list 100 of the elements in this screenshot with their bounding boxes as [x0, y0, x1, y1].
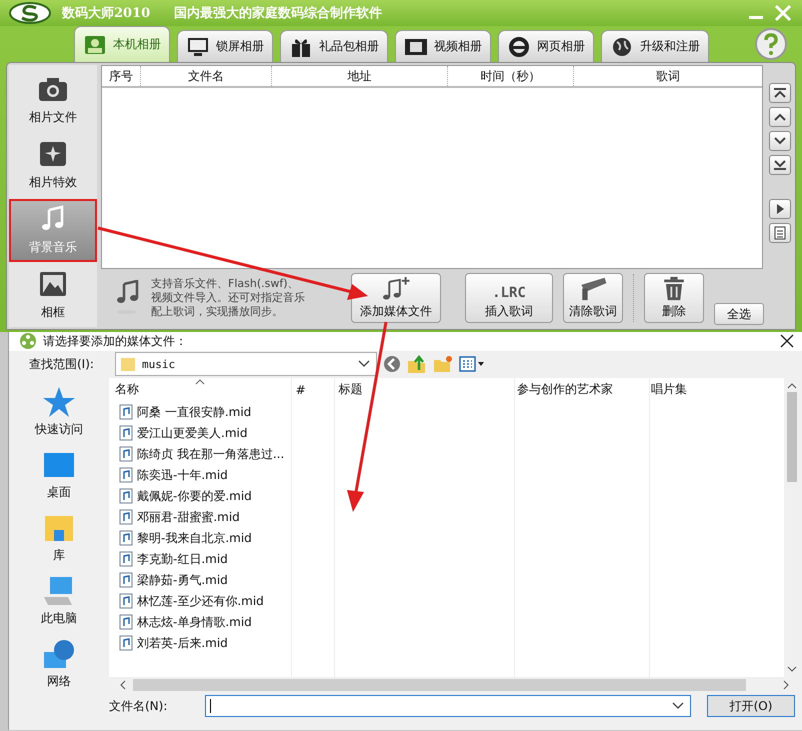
- tab[interactable]: 视频相册: [395, 30, 491, 62]
- file-item[interactable]: 刘若英-后来.mid: [109, 632, 291, 654]
- view-menu-icon[interactable]: [459, 356, 485, 372]
- file-item[interactable]: 林志炫-单身情歌.mid: [109, 612, 291, 633]
- file-item[interactable]: 陈绮贞 我在那一角落患过...: [109, 444, 291, 465]
- chevron-down-icon: [672, 702, 684, 710]
- file-item[interactable]: 爱江山更爱美人.mid: [109, 422, 291, 444]
- folder-dropdown[interactable]: music: [115, 352, 377, 376]
- column-header[interactable]: 参与创作的艺术家: [511, 381, 646, 398]
- window-subtitle: 国内最强大的家庭数码综合制作软件: [174, 4, 382, 22]
- document-button[interactable]: [769, 223, 791, 243]
- delete-button[interactable]: 删除: [644, 273, 704, 323]
- move-down-button[interactable]: [769, 131, 791, 151]
- chevron-up-icon: [773, 111, 787, 123]
- back-icon[interactable]: [383, 355, 401, 374]
- insert-lyrics-button[interactable]: .LRC 插入歌词: [465, 273, 553, 323]
- close-icon[interactable]: [780, 334, 794, 348]
- audio-file-icon: [119, 614, 133, 630]
- play-icon: [775, 203, 785, 215]
- move-bottom-button[interactable]: [769, 155, 791, 175]
- chevron-left-icon[interactable]: [119, 680, 127, 690]
- file-item[interactable]: 李克勤-红日.mid: [109, 548, 291, 570]
- file-name-field[interactable]: [205, 695, 691, 718]
- scrollbar-thumb[interactable]: [133, 678, 746, 691]
- file-item[interactable]: 林忆莲-至少还有你.mid: [109, 590, 291, 612]
- scrollbar-thumb[interactable]: [787, 392, 797, 482]
- column-header[interactable]: 歌词: [574, 66, 762, 86]
- info-text: 支持音乐文件、Flash(.swf)、 视频文件导入。还可对指定音乐 配上歌词，实现播放同步。: [151, 277, 306, 319]
- play-button[interactable]: [769, 199, 791, 219]
- column-header[interactable]: 地址: [272, 66, 448, 86]
- file-item[interactable]: 邓丽君-甜蜜蜜.mid: [109, 506, 291, 528]
- photo-icon: [83, 34, 107, 56]
- tab[interactable]: 升级和注册: [601, 30, 709, 62]
- look-in-label: 查找范围(I):: [29, 356, 95, 373]
- audio-file-icon: [119, 425, 133, 442]
- column-header[interactable]: 时间（秒）: [448, 66, 574, 86]
- camera-icon: [38, 75, 68, 103]
- music-add-icon: [382, 276, 410, 301]
- move-top-button[interactable]: [769, 83, 791, 103]
- navigation-item[interactable]: 快速访问: [9, 386, 109, 441]
- navigation-item[interactable]: 桌面: [9, 448, 109, 504]
- audio-file-icon: [119, 551, 133, 568]
- chevron-up-icon[interactable]: [787, 382, 797, 390]
- window-title: 数码大师2010: [62, 5, 150, 22]
- audio-file-icon: [119, 635, 133, 652]
- audio-file-icon: [119, 530, 133, 546]
- audio-file-icon: [119, 509, 133, 526]
- file-item[interactable]: 阿桑 一直很安静.mid: [109, 402, 291, 423]
- column-header[interactable]: 标题: [332, 381, 512, 398]
- audio-file-icon: [119, 404, 133, 420]
- new-folder-icon[interactable]: [433, 355, 453, 374]
- sort-up-icon[interactable]: [195, 378, 205, 385]
- chevron-down-icon[interactable]: [787, 664, 797, 673]
- file-item[interactable]: 梁静茹-勇气.mid: [109, 570, 291, 591]
- chevron-down-icon: [773, 135, 787, 147]
- sparkle-icon: [38, 140, 68, 168]
- audio-file-icon: [119, 467, 133, 484]
- column-header[interactable]: #: [290, 382, 332, 397]
- chevron-right-icon[interactable]: [782, 680, 790, 690]
- chevron-down-icon: [358, 360, 370, 368]
- move-up-button[interactable]: [769, 107, 791, 127]
- chevron-down-icon: [773, 159, 787, 171]
- navigation-item[interactable]: 此电脑: [9, 574, 109, 630]
- file-item[interactable]: 陈奕迅-十年.mid: [109, 464, 291, 486]
- tab[interactable]: 锁屏相册: [177, 30, 273, 62]
- add-media-button[interactable]: 添加媒体文件: [351, 273, 441, 323]
- audio-file-icon: [119, 488, 133, 504]
- tab[interactable]: 礼品包相册: [280, 30, 388, 62]
- document-icon: [774, 226, 786, 240]
- monitor-icon: [186, 36, 210, 58]
- audio-file-icon: [119, 446, 133, 462]
- logo-icon: [8, 1, 52, 25]
- column-header[interactable]: 序号: [102, 66, 141, 86]
- chevron-up-icon: [773, 87, 787, 99]
- folder-icon: [120, 356, 136, 372]
- column-header[interactable]: 名称: [109, 381, 290, 398]
- star-icon: [42, 386, 76, 418]
- help-icon[interactable]: [754, 27, 788, 61]
- picture-frame-icon: [38, 270, 68, 298]
- navigation-item[interactable]: 库: [9, 512, 109, 567]
- column-header[interactable]: 文件名: [141, 66, 272, 86]
- open-button[interactable]: 打开(O): [707, 695, 795, 718]
- select-all-button[interactable]: 全选: [714, 303, 764, 325]
- clear-lyrics-button[interactable]: 清除歌词: [563, 273, 623, 323]
- sidebar-item[interactable]: 相片特效: [9, 134, 97, 197]
- file-item[interactable]: 黎明-我来自北京.mid: [109, 528, 291, 549]
- audio-file-icon: [119, 593, 133, 610]
- tab[interactable]: 网页相册: [498, 30, 594, 62]
- tab[interactable]: 本机相册: [74, 26, 170, 62]
- trash-icon: [662, 276, 686, 301]
- sidebar-item[interactable]: 相片文件: [9, 69, 97, 132]
- file-item[interactable]: 戴佩妮-你要的爱.mid: [109, 486, 291, 507]
- column-header[interactable]: 唱片集: [645, 381, 784, 398]
- music-note-icon: [115, 280, 141, 316]
- navigation-item[interactable]: 网络: [9, 638, 109, 693]
- audio-file-icon: [119, 572, 133, 588]
- folder-up-icon[interactable]: [407, 354, 427, 374]
- sidebar-item[interactable]: 相框: [9, 264, 97, 327]
- dialog-title: 请选择要添加的媒体文件：: [43, 332, 187, 350]
- file-name-label: 文件名(N):: [109, 698, 168, 715]
